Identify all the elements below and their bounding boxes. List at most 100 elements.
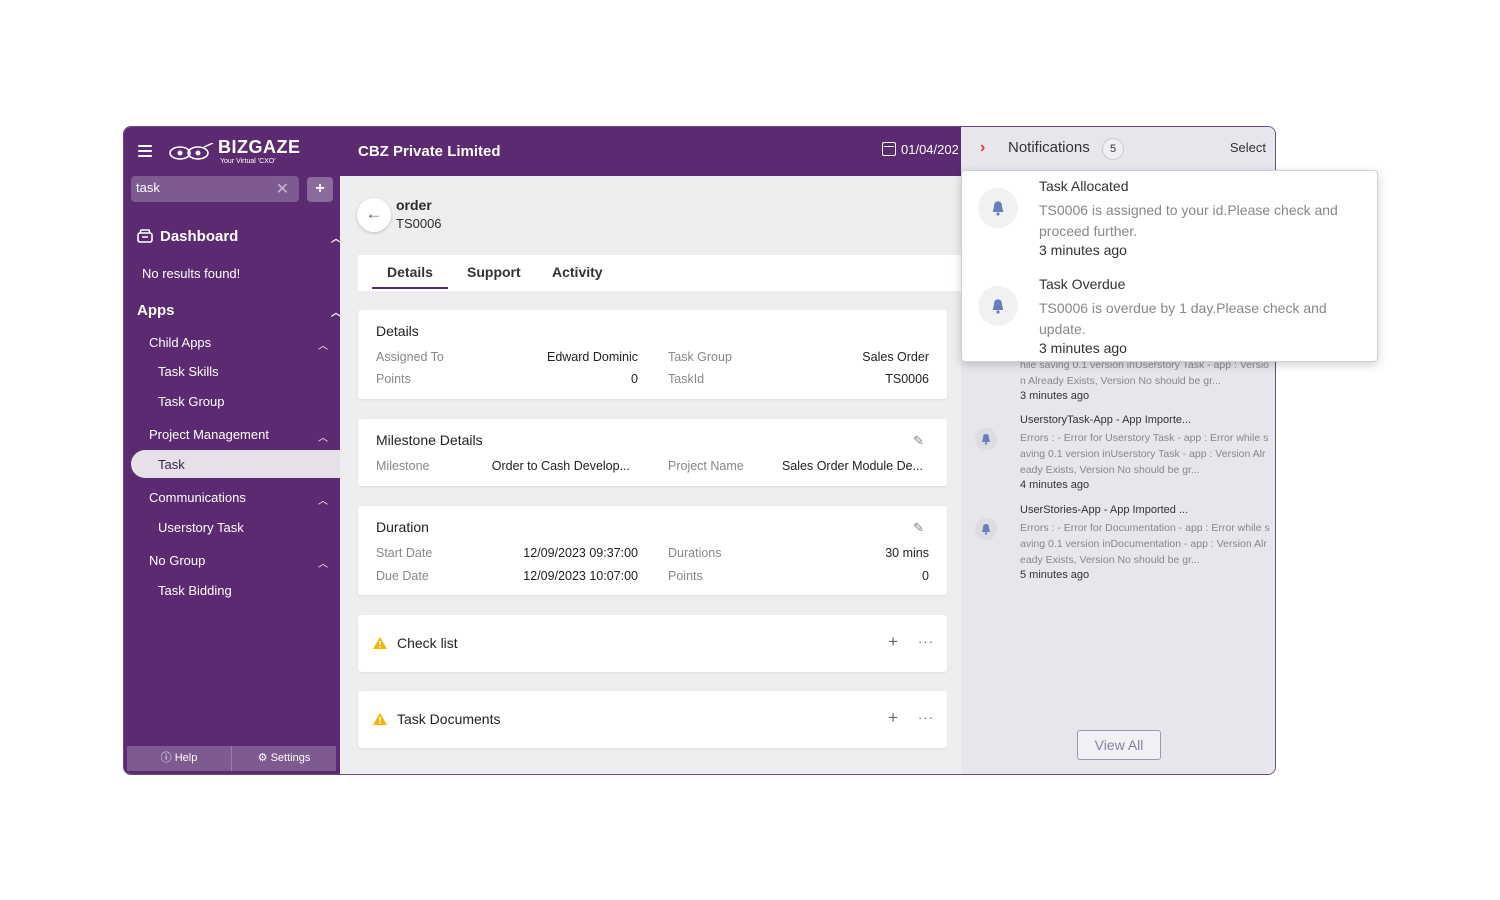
- back-arrow-icon[interactable]: ←: [357, 198, 391, 232]
- settings-button[interactable]: ⚙ Settings: [232, 746, 336, 771]
- page-title: order: [396, 197, 432, 213]
- clear-search-icon[interactable]: ✕: [276, 179, 289, 199]
- tab-details[interactable]: Details: [372, 264, 448, 289]
- bell-icon: [978, 188, 1018, 228]
- chevron-up-icon[interactable]: ︿: [318, 492, 328, 507]
- select-button[interactable]: Select: [1230, 140, 1266, 155]
- popup-notification-item[interactable]: Task Allocated TS0006 is assigned to you…: [978, 178, 1370, 268]
- more-icon[interactable]: ···: [918, 710, 934, 725]
- taskid-label: TaskId: [668, 372, 705, 386]
- details-card: Details Assigned To Edward Dominic Task …: [358, 310, 947, 399]
- sidebar-group-project-management[interactable]: Project Management ︿: [124, 427, 340, 444]
- notification-body: Errors : - Error for Userstory Task - ap…: [1020, 432, 1269, 476]
- chevron-up-icon[interactable]: ︿: [318, 337, 328, 352]
- milestone-title: Milestone Details: [376, 432, 483, 448]
- duration-title: Duration: [376, 519, 429, 535]
- warning-icon: [373, 637, 387, 649]
- popup-notification-time: 3 minutes ago: [1039, 242, 1127, 258]
- popup-notification-title: Task Overdue: [1039, 276, 1126, 292]
- bell-icon: [978, 286, 1018, 326]
- sidebar-group-child-apps[interactable]: Child Apps ︿: [124, 335, 340, 352]
- popup-notification-body: TS0006 is overdue by 1 day.Please check …: [1039, 300, 1327, 337]
- sidebar-group-communications[interactable]: Communications ︿: [124, 490, 340, 507]
- dashboard-label: Dashboard: [160, 228, 239, 245]
- sidebar-group-label: Child Apps: [149, 335, 212, 350]
- project-name-value: Sales Order Module De...: [781, 459, 923, 473]
- milestone-value: Order to Cash Develop...: [491, 459, 630, 473]
- chevron-up-icon[interactable]: ︿: [318, 429, 328, 444]
- notification-body: Errors : - Error for Documentation - app…: [1020, 522, 1270, 566]
- notifications-header: › Notifications 5 Select: [961, 127, 1275, 169]
- tab-support[interactable]: Support: [467, 264, 521, 280]
- sidebar-item-userstory-task[interactable]: Userstory Task: [124, 520, 340, 535]
- points-label: Points: [668, 569, 703, 583]
- start-date-value: 12/09/2023 09:37:00: [523, 546, 638, 560]
- documents-title: Task Documents: [397, 711, 501, 727]
- bell-icon: [975, 518, 997, 540]
- sidebar-item-task-bidding[interactable]: Task Bidding: [124, 583, 340, 598]
- company-name: CBZ Private Limited: [358, 143, 501, 160]
- help-label: Help: [174, 752, 198, 764]
- help-button[interactable]: ⓘ Help: [127, 746, 232, 771]
- warning-icon: [373, 713, 387, 725]
- tab-activity[interactable]: Activity: [552, 264, 603, 280]
- assigned-to-label: Assigned To: [376, 350, 444, 364]
- menu-icon[interactable]: [138, 145, 152, 157]
- settings-label: Settings: [270, 752, 311, 764]
- sidebar: BIZGAZE Your Virtual 'CXO' ✕ + Dashboard…: [124, 127, 341, 774]
- notification-time: 5 minutes ago: [1020, 569, 1090, 581]
- page-subtitle: TS0006: [396, 216, 442, 231]
- sidebar-search: ✕: [131, 176, 299, 202]
- notifications-title: Notifications: [1008, 139, 1090, 156]
- date-text: 01/04/202: [901, 142, 959, 157]
- main-content: ← order TS0006 Details Support Activity …: [340, 176, 961, 774]
- checklist-card: Check list + ···: [358, 615, 947, 672]
- pencil-icon[interactable]: ✎: [913, 520, 927, 535]
- popup-notification-title: Task Allocated: [1039, 178, 1129, 194]
- plus-icon[interactable]: +: [888, 708, 898, 728]
- plus-icon[interactable]: +: [888, 632, 898, 652]
- sidebar-footer: ⓘ Help ⚙ Settings: [127, 746, 336, 771]
- search-input[interactable]: [136, 180, 276, 195]
- sidebar-group-no-group[interactable]: No Group ︿: [124, 553, 340, 570]
- more-icon[interactable]: ···: [918, 634, 934, 649]
- documents-card: Task Documents + ···: [358, 691, 947, 748]
- points-label: Points: [376, 372, 411, 386]
- project-name-label: Project Name: [668, 459, 744, 473]
- milestone-label: Milestone: [376, 459, 430, 473]
- help-icon: ⓘ: [160, 752, 172, 764]
- duration-card: Duration ✎ Start Date 12/09/2023 09:37:0…: [358, 506, 947, 595]
- popup-notification-item[interactable]: Task Overdue TS0006 is overdue by 1 day.…: [978, 276, 1370, 358]
- bell-icon: [975, 428, 997, 450]
- logo-text: BIZGAZE: [218, 137, 301, 157]
- sidebar-group-label: Project Management: [149, 427, 269, 442]
- sidebar-item-task[interactable]: Task: [131, 450, 340, 478]
- dashboard-icon: [137, 229, 153, 243]
- notification-title: UserstoryTask-App - App Importe...: [1020, 414, 1192, 426]
- sidebar-item-task-skills[interactable]: Task Skills: [124, 364, 340, 379]
- popup-notification-time: 3 minutes ago: [1039, 340, 1127, 356]
- sidebar-section-apps[interactable]: Apps ︿: [124, 302, 353, 319]
- due-date-value: 12/09/2023 10:07:00: [523, 569, 638, 583]
- durations-label: Durations: [668, 546, 722, 560]
- notification-time: 3 minutes ago: [1020, 390, 1090, 402]
- date-picker[interactable]: 01/04/202: [882, 142, 959, 157]
- chevron-up-icon[interactable]: ︿: [318, 555, 328, 570]
- sidebar-item-task-group[interactable]: Task Group: [124, 394, 340, 409]
- view-all-button[interactable]: View All: [1077, 730, 1161, 760]
- notification-popup: Task Allocated TS0006 is assigned to you…: [961, 170, 1378, 362]
- pencil-icon[interactable]: ✎: [913, 433, 927, 448]
- checklist-title: Check list: [397, 635, 458, 651]
- apps-label: Apps: [137, 302, 175, 319]
- durations-value: 30 mins: [885, 546, 929, 560]
- assigned-to-value: Edward Dominic: [546, 350, 638, 364]
- add-button[interactable]: +: [307, 177, 333, 202]
- popup-notification-body: TS0006 is assigned to your id.Please che…: [1039, 202, 1338, 239]
- sidebar-section-dashboard[interactable]: Dashboard ︿: [124, 228, 353, 245]
- top-bar: CBZ Private Limited 01/04/202: [340, 127, 961, 176]
- task-group-value: Sales Order: [862, 350, 929, 364]
- chevron-right-icon[interactable]: ›: [980, 139, 985, 157]
- calendar-icon: [882, 142, 896, 156]
- notification-title: UserStories-App - App Imported ...: [1020, 504, 1189, 516]
- details-title: Details: [376, 323, 419, 339]
